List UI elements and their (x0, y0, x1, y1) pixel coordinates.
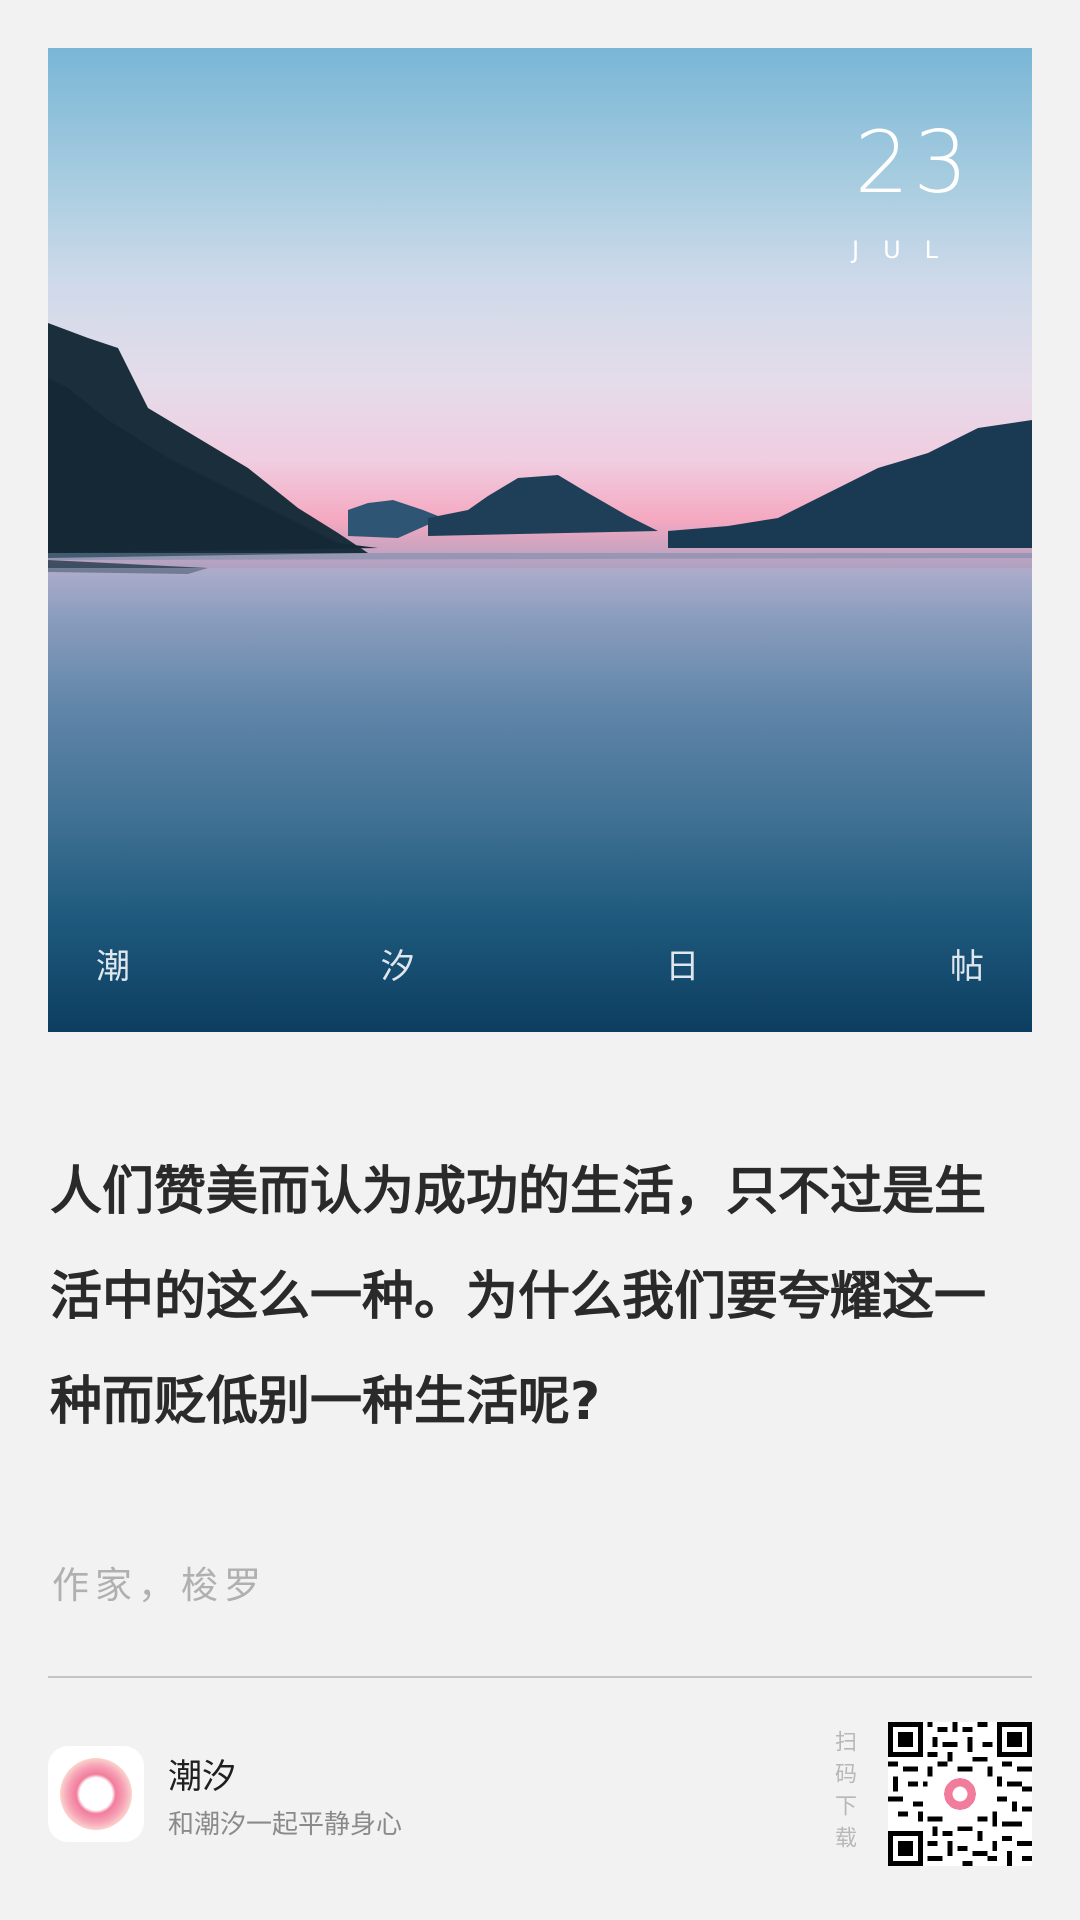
caption-char-2: 汐 (380, 947, 415, 987)
tide-app-icon[interactable] (48, 1746, 144, 1842)
app-name: 潮汐 (168, 1757, 236, 1797)
qr-code[interactable] (888, 1722, 1032, 1866)
caption-char-3: 日 (665, 947, 700, 987)
hero-caption: 潮 汐 日 帖 (96, 950, 984, 984)
caption-char-1: 潮 (96, 947, 130, 987)
scan-download-label: 扫码下载 (831, 1730, 856, 1858)
hero-image: 23 JUL 潮 汐 日 帖 (48, 48, 1032, 1032)
caption-char-4: 帖 (949, 947, 984, 987)
tide-logo-icon (60, 1758, 132, 1830)
quote-author: 作家，梭罗 (52, 1564, 267, 1607)
date-month: JUL (851, 236, 962, 264)
app-tagline: 和潮汐一起平静身心 (168, 1810, 403, 1840)
date-day: 23 (854, 113, 972, 213)
qr-code-icon (888, 1722, 1032, 1866)
divider (48, 1676, 1032, 1678)
quote-text: 人们赞美而认为成功的生活，只不过是生活中的这么一种。为什么我们要夸耀这一种而贬低… (50, 1162, 987, 1432)
